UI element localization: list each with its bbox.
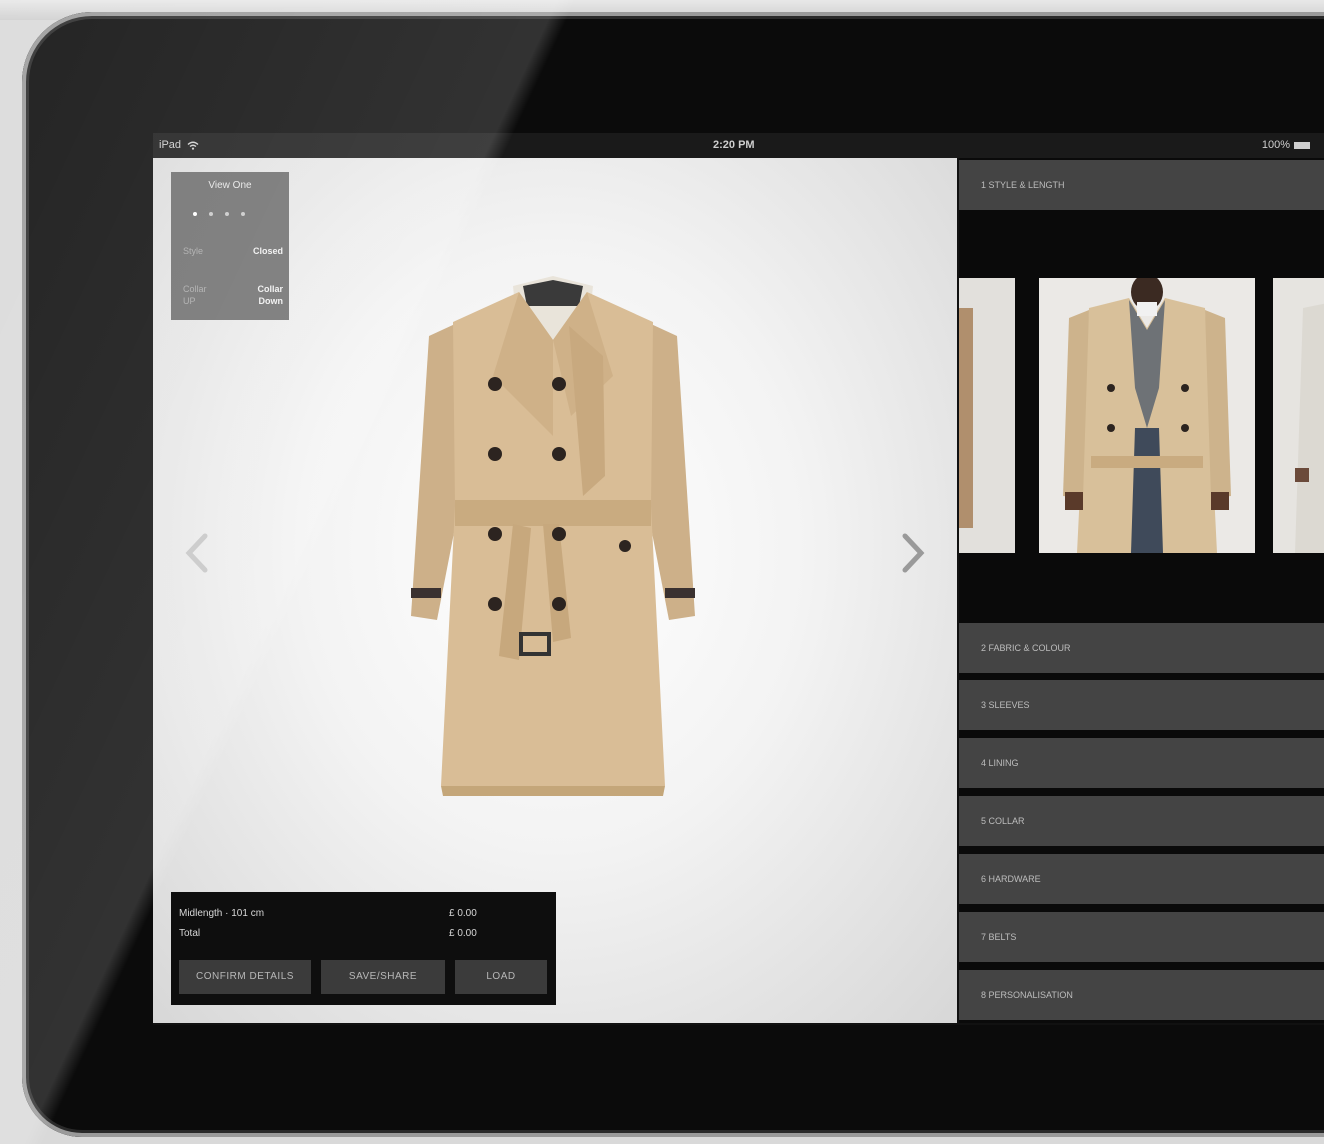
style-thumbnail[interactable] bbox=[959, 278, 1015, 553]
chevron-right-icon[interactable] bbox=[893, 528, 933, 578]
battery-label: 100% bbox=[1261, 139, 1290, 151]
device-label: iPad bbox=[159, 139, 182, 151]
load-button[interactable]: LOAD bbox=[455, 960, 547, 994]
view-row-style: Style Closed bbox=[183, 246, 283, 256]
view-row-collar: Collar Collar bbox=[183, 284, 283, 294]
step-hardware[interactable]: 6 HARDWARE bbox=[959, 854, 1324, 904]
view-row-key: Collar bbox=[183, 284, 207, 294]
status-battery: 100% bbox=[1262, 139, 1310, 151]
view-panel: View One Style Closed Collar Collar UP D… bbox=[171, 172, 289, 320]
pager-dot[interactable] bbox=[225, 212, 229, 216]
status-bar: iPad 2:20 PM 100% bbox=[153, 133, 1324, 158]
save-share-button[interactable]: SAVE/SHARE bbox=[321, 960, 445, 994]
style-thumbnail-selected[interactable] bbox=[1039, 278, 1255, 553]
status-device: iPad bbox=[159, 139, 199, 151]
total-amount: £ 0.00 bbox=[449, 928, 477, 939]
step-collar[interactable]: 5 COLLAR bbox=[959, 796, 1324, 846]
step-personalisation[interactable]: 8 PERSONALISATION bbox=[959, 970, 1324, 1020]
model-thumb-image bbox=[959, 308, 973, 528]
view-row-value: Collar bbox=[257, 284, 283, 294]
price-row: Total £ 0.00 bbox=[179, 928, 484, 939]
step-belts[interactable]: 7 BELTS bbox=[959, 912, 1324, 962]
view-pager-dots[interactable] bbox=[193, 208, 257, 219]
view-title: View One bbox=[208, 180, 252, 191]
chevron-left-icon[interactable] bbox=[177, 528, 217, 578]
wifi-icon bbox=[187, 141, 199, 150]
options-panel: 1 STYLE & LENGTH 2 FABRIC & COLOUR 3 SLE… bbox=[959, 158, 1324, 1023]
step-sleeves[interactable]: 3 SLEEVES bbox=[959, 680, 1324, 730]
trench-coat-image bbox=[411, 276, 695, 796]
pager-dot[interactable] bbox=[241, 212, 245, 216]
battery-icon bbox=[1294, 141, 1310, 149]
view-row-value: Down bbox=[258, 296, 284, 306]
status-time: 2:20 PM bbox=[713, 139, 755, 151]
model-thumb-image bbox=[1063, 278, 1231, 553]
model-thumb-image bbox=[1295, 303, 1324, 553]
price-label: Midlength · 101 cm bbox=[179, 908, 265, 919]
price-amount: £ 0.00 bbox=[449, 908, 477, 919]
price-summary: Midlength · 101 cm £ 0.00 Total £ 0.00 C… bbox=[171, 892, 556, 1005]
confirm-details-button[interactable]: CONFIRM DETAILS bbox=[179, 960, 311, 994]
view-row-key: Style bbox=[183, 246, 204, 256]
product-canvas: View One Style Closed Collar Collar UP D… bbox=[153, 158, 957, 1023]
tablet-screen: iPad 2:20 PM 100% View One Style Closed … bbox=[153, 133, 1324, 1025]
style-thumbnail[interactable] bbox=[1273, 278, 1324, 553]
price-row: Midlength · 101 cm £ 0.00 bbox=[179, 908, 484, 919]
pager-dot[interactable] bbox=[193, 212, 197, 216]
view-row-up: UP Down bbox=[183, 296, 283, 306]
view-row-value: Closed bbox=[252, 246, 283, 256]
step-lining[interactable]: 4 LINING bbox=[959, 738, 1324, 788]
step-style-length[interactable]: 1 STYLE & LENGTH bbox=[959, 160, 1324, 210]
pager-dot[interactable] bbox=[209, 212, 213, 216]
total-label: Total bbox=[179, 928, 201, 939]
step-fabric-colour[interactable]: 2 FABRIC & COLOUR bbox=[959, 623, 1324, 673]
view-row-key: UP bbox=[183, 296, 196, 306]
